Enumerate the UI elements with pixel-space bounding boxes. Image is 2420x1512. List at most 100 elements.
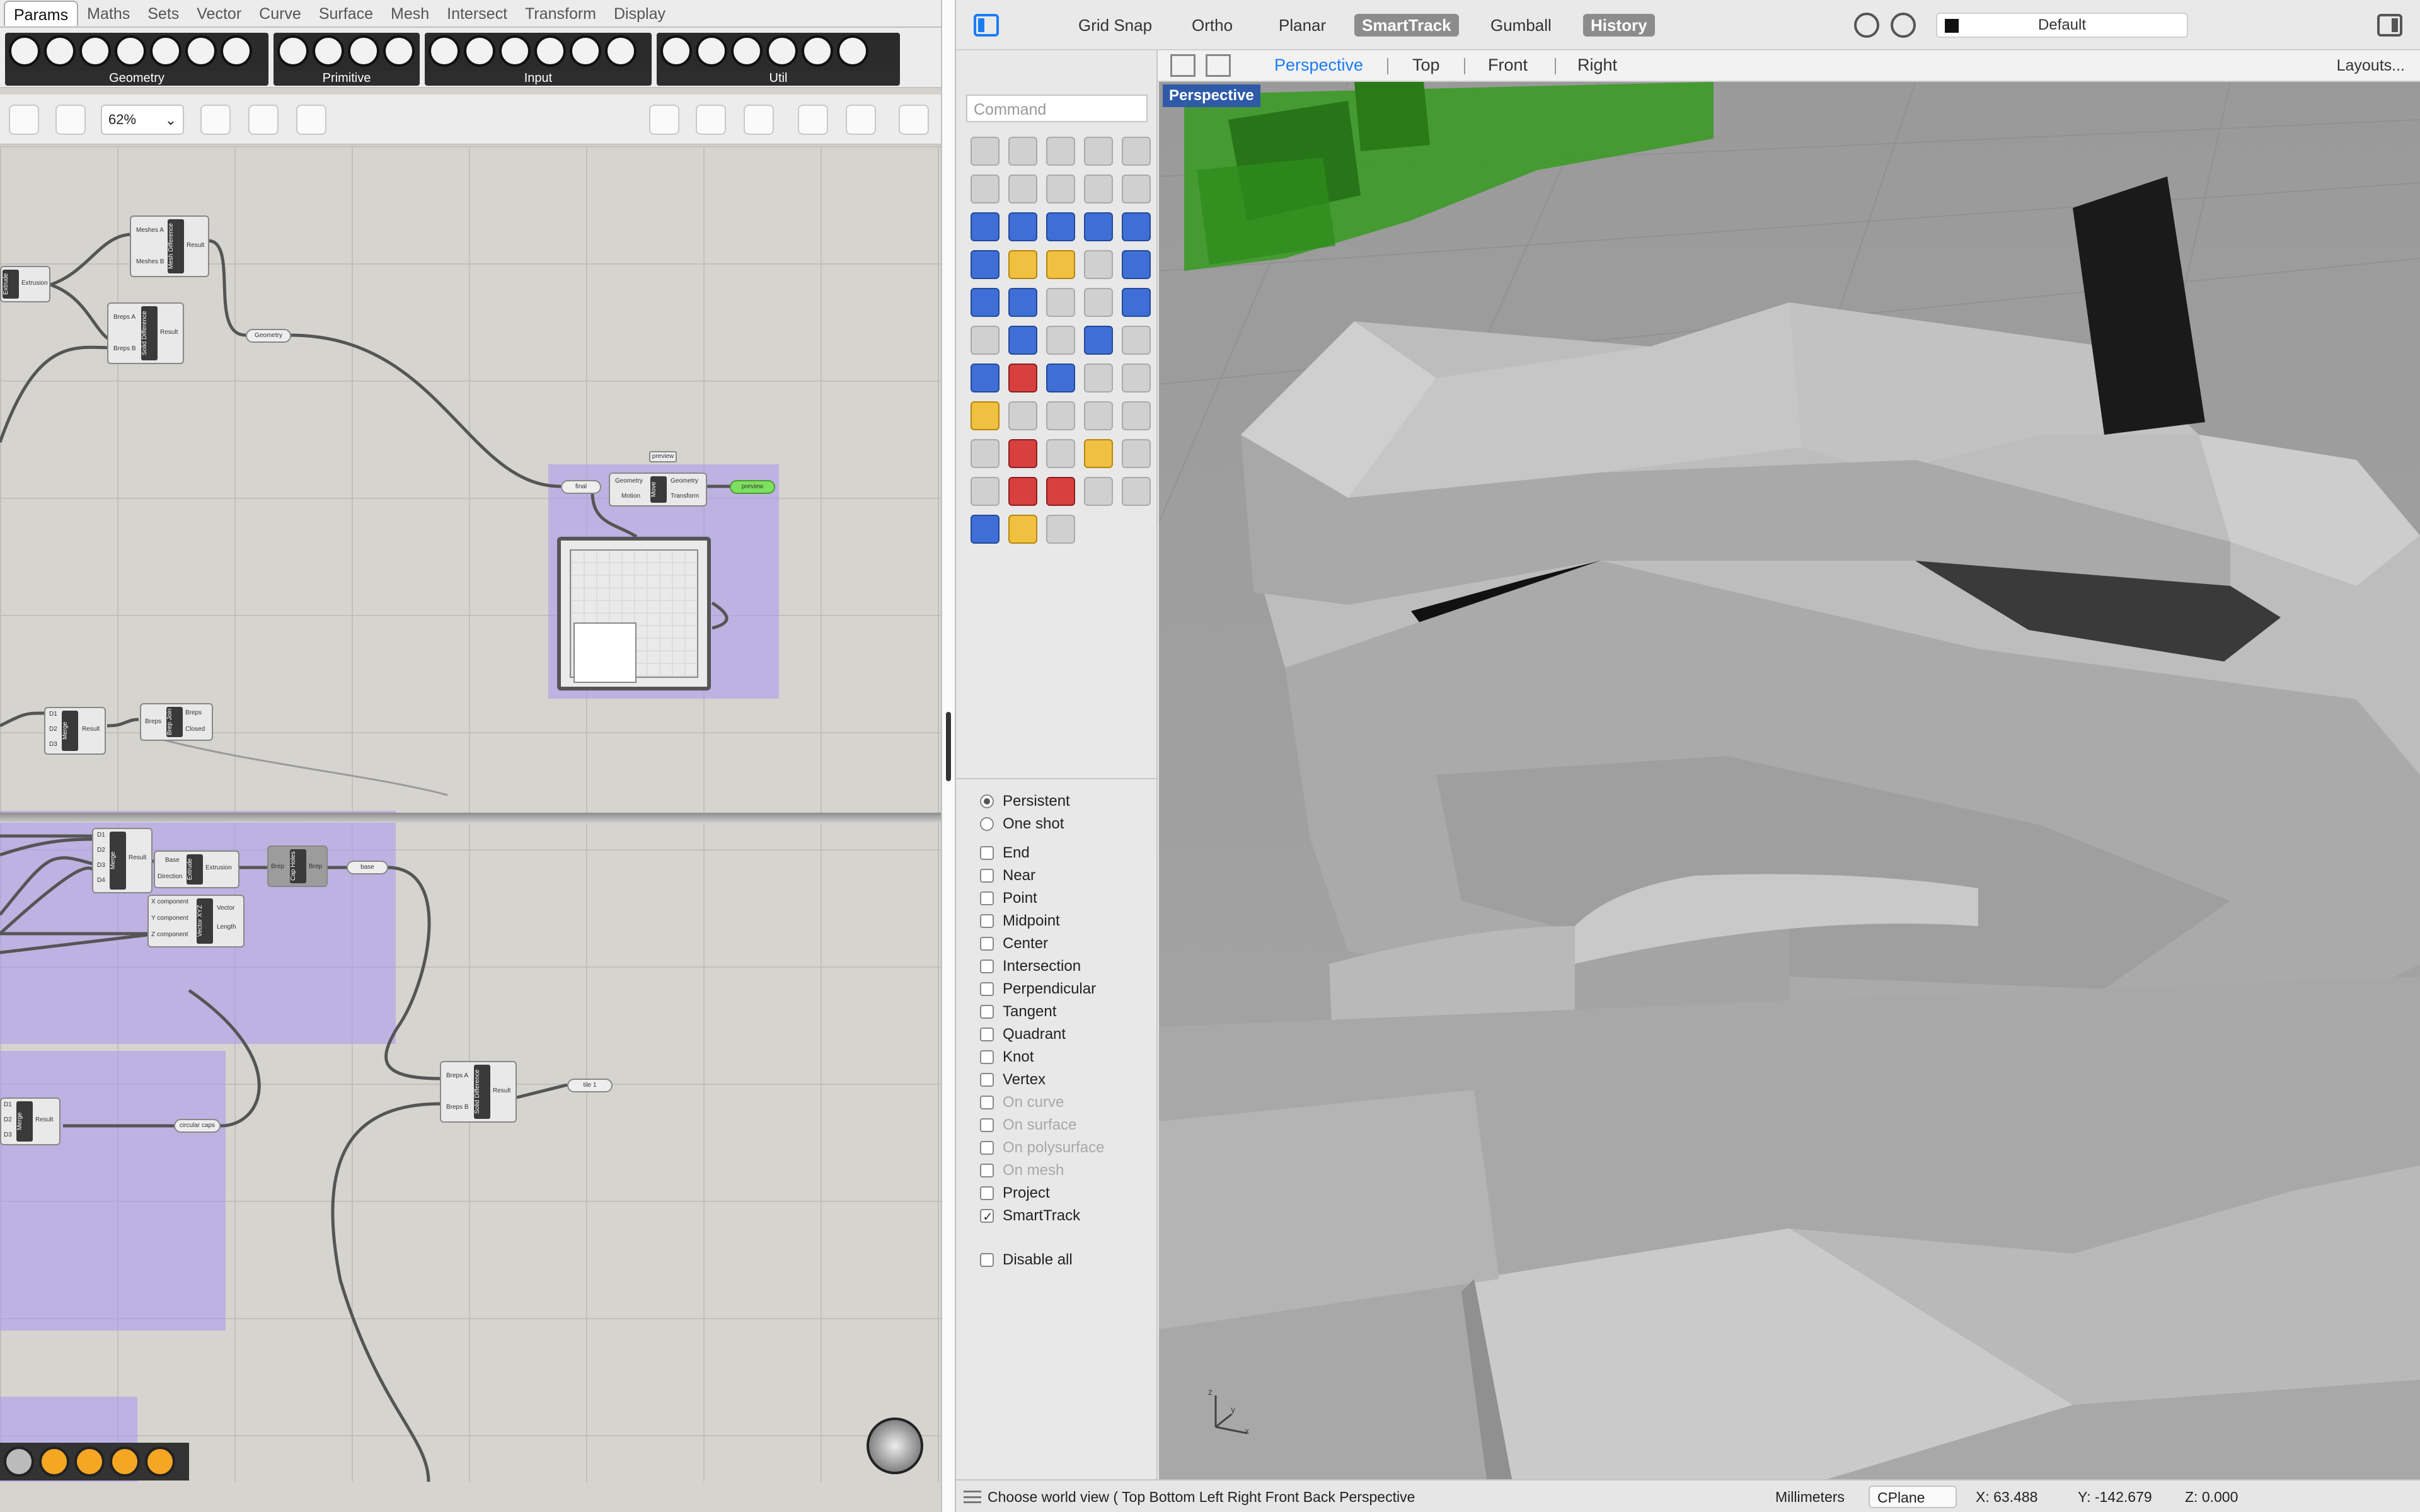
navigation-compass-icon[interactable] <box>867 1418 923 1474</box>
component-icon[interactable] <box>802 35 833 67</box>
component-icon[interactable] <box>696 35 727 67</box>
component-icon[interactable] <box>348 35 379 67</box>
zoom-extents-icon[interactable] <box>1084 401 1113 430</box>
fillet-edge-icon[interactable] <box>1046 288 1075 317</box>
graph-handle-area[interactable] <box>573 622 637 683</box>
panel-splitter[interactable] <box>941 0 956 1512</box>
circle-icon[interactable] <box>1122 137 1151 166</box>
tab-vector[interactable]: Vector <box>188 1 250 26</box>
menu-icon[interactable] <box>964 1491 981 1503</box>
food4rhino-icon[interactable] <box>145 1446 175 1477</box>
tab-perspective[interactable]: Perspective <box>1274 55 1363 75</box>
solver-icon[interactable] <box>74 1446 105 1477</box>
tab-transform[interactable]: Transform <box>516 1 605 26</box>
point-icon[interactable] <box>1008 137 1037 166</box>
lock-layer-icon[interactable] <box>971 401 1000 430</box>
merge-component[interactable]: D1 D2 D3 Merge Result <box>44 707 106 755</box>
osnap-midpoint[interactable]: Midpoint <box>980 912 1060 931</box>
lock-icon[interactable] <box>971 477 1000 506</box>
color-wheel-icon[interactable] <box>1046 477 1075 506</box>
planar-toggle[interactable]: Planar <box>1271 14 1334 37</box>
vector-graph-mapper[interactable] <box>557 537 711 690</box>
component-icon[interactable] <box>79 35 111 67</box>
bake-icon[interactable] <box>110 1446 140 1477</box>
sweep-icon[interactable] <box>1008 212 1037 241</box>
command-input[interactable]: Command <box>966 94 1148 122</box>
checkbox[interactable] <box>980 1005 994 1019</box>
tab-mesh[interactable]: Mesh <box>382 1 438 26</box>
shaded-preview-icon[interactable] <box>744 105 774 135</box>
fillet-curve-icon[interactable] <box>1122 175 1151 203</box>
tab-maths[interactable]: Maths <box>78 1 139 26</box>
zoom-icon[interactable] <box>1008 401 1037 430</box>
wireframe-preview-icon[interactable] <box>696 105 726 135</box>
tab-top[interactable]: Top <box>1412 55 1440 75</box>
brep-join-component[interactable]: Breps Brep Join Breps Closed <box>140 703 213 741</box>
component-icon[interactable] <box>185 35 217 67</box>
checkbox[interactable] <box>980 959 994 973</box>
component-icon[interactable] <box>570 35 601 67</box>
ortho-toggle[interactable]: Ortho <box>1184 14 1240 37</box>
snap-mode-one-shot[interactable]: One shot <box>980 815 1064 833</box>
mesh-difference-component[interactable]: Meshes A Meshes B Mesh Difference Result <box>130 215 209 277</box>
checkbox[interactable] <box>980 1050 994 1064</box>
boolean-icon[interactable] <box>1084 326 1113 355</box>
radio-button[interactable] <box>980 794 994 808</box>
cap-holes-component[interactable]: Brep Cap Holes Brep <box>267 845 328 887</box>
osnap-project[interactable]: Project <box>980 1184 1050 1203</box>
document-preview-icon[interactable] <box>846 105 876 135</box>
tab-params[interactable]: Params <box>4 1 79 26</box>
ellipse-icon[interactable] <box>971 175 1000 203</box>
mesh-icon[interactable] <box>971 250 1000 279</box>
checkbox[interactable] <box>980 1208 994 1227</box>
smarttrack-toggle[interactable]: SmartTrack <box>1354 14 1459 37</box>
checkbox[interactable] <box>980 1186 994 1200</box>
osnap-disable-all[interactable]: Disable all <box>980 1251 1073 1269</box>
final-param[interactable]: final <box>561 480 601 494</box>
component-icon[interactable] <box>534 35 566 67</box>
tab-curve[interactable]: Curve <box>250 1 310 26</box>
select-arrow-icon[interactable] <box>971 137 1000 166</box>
solid-difference-component[interactable]: Breps A Breps B Solid Difference Result <box>107 302 184 364</box>
checkbox[interactable] <box>980 846 994 860</box>
tab-right[interactable]: Right <box>1577 55 1617 75</box>
split-icon[interactable] <box>1122 250 1151 279</box>
component-icon[interactable] <box>605 35 637 67</box>
grasshopper-canvas[interactable]: Extrude Extrusion Meshes A Meshes B Mesh… <box>0 146 941 1485</box>
zoom-selected-icon[interactable] <box>1122 401 1151 430</box>
checkbox[interactable] <box>980 982 994 996</box>
cplane-icon[interactable] <box>1046 515 1075 544</box>
preview-off-icon[interactable] <box>649 105 679 135</box>
component-icon[interactable] <box>766 35 798 67</box>
geometry-param[interactable]: Geometry <box>246 329 291 343</box>
cplane-select[interactable]: CPlane <box>1869 1486 1957 1508</box>
splitter-grip[interactable] <box>946 712 951 781</box>
freeform-icon[interactable] <box>1084 175 1113 203</box>
box-icon[interactable] <box>1046 212 1075 241</box>
mesh-quality-icon[interactable] <box>899 105 929 135</box>
polygon-icon[interactable] <box>1008 175 1037 203</box>
paint-icon[interactable] <box>1008 515 1037 544</box>
grid-snap-toggle[interactable]: Grid Snap <box>1071 14 1160 37</box>
solid-difference-component[interactable]: Breps A Breps B Solid Difference Result <box>440 1061 517 1123</box>
component-icon[interactable] <box>313 35 344 67</box>
sphere-icon[interactable] <box>1084 212 1113 241</box>
osnap-smarttrack[interactable]: SmartTrack <box>980 1206 1080 1227</box>
zoom-window-icon[interactable] <box>1046 401 1075 430</box>
material-icon[interactable] <box>1008 477 1037 506</box>
base-param[interactable]: base <box>347 861 388 874</box>
osnap-vertex[interactable]: Vertex <box>980 1070 1046 1089</box>
component-icon[interactable] <box>115 35 146 67</box>
rotate-icon[interactable] <box>1046 326 1075 355</box>
bulb-icon[interactable] <box>1122 439 1151 468</box>
rectangle-icon[interactable] <box>1046 175 1075 203</box>
component-icon[interactable] <box>429 35 460 67</box>
ribbon-group-input[interactable]: Input <box>425 33 652 86</box>
globe-icon[interactable] <box>1122 477 1151 506</box>
ribbon-group-primitive[interactable]: Primitive <box>274 33 420 86</box>
osnap-quadrant[interactable]: Quadrant <box>980 1025 1066 1044</box>
viewport-title[interactable]: Perspective <box>1163 84 1260 107</box>
settings-icon[interactable] <box>4 1446 34 1477</box>
checkbox[interactable] <box>980 869 994 883</box>
perspective-viewport[interactable]: Perspective z y x <box>1159 82 2420 1479</box>
